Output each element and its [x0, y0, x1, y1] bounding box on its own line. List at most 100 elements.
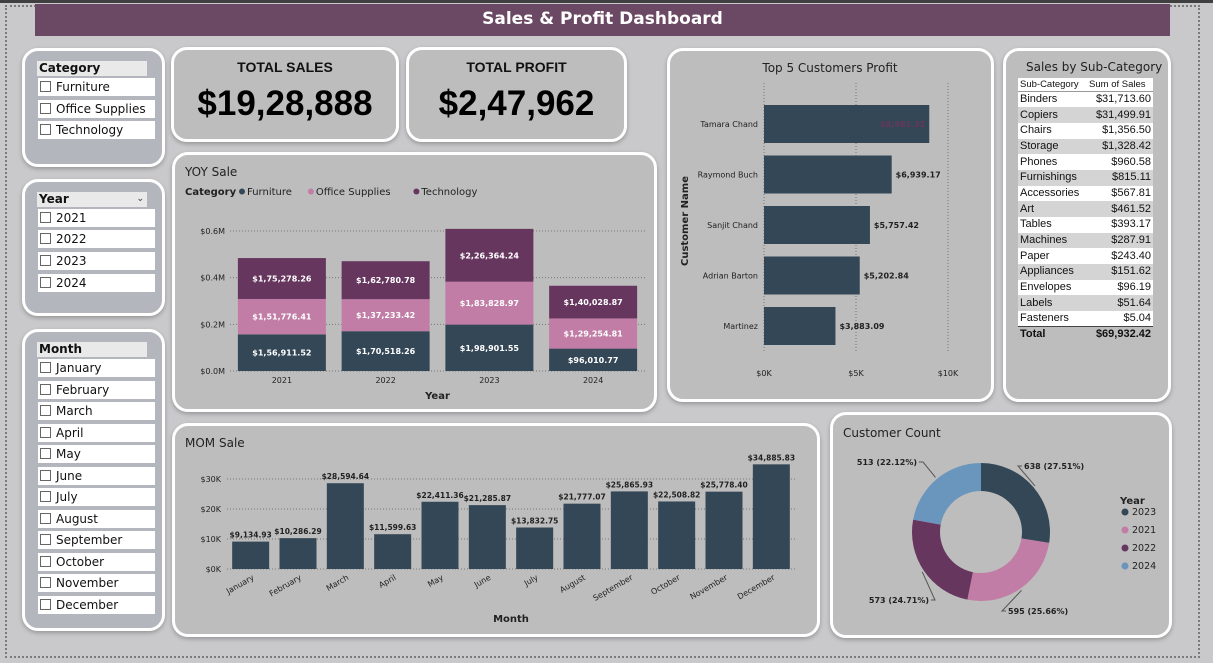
slicer-item-furniture[interactable]: Furniture — [38, 78, 155, 96]
checkbox[interactable] — [40, 103, 51, 114]
table-row[interactable]: Chairs $1,356.50 — [1018, 122, 1153, 139]
data-label: $1,37,233.42 — [356, 311, 415, 320]
slicer-item-july[interactable]: July — [38, 488, 155, 506]
y-tick-label: $30K — [200, 475, 221, 484]
x-tick-label: $10K — [938, 369, 959, 378]
yoy-sale-card[interactable]: YOY Sale Category Furniture Office Supplies… — [172, 152, 657, 412]
bar — [764, 155, 892, 194]
chevron-down-icon[interactable]: ⌄ — [136, 192, 144, 207]
slicer-item-2022[interactable]: 2022 — [38, 230, 155, 248]
checkbox[interactable] — [40, 383, 51, 395]
slicer-item-may[interactable]: May — [38, 445, 155, 463]
slicer-item-october[interactable]: October — [38, 552, 155, 571]
subcategory-table-card[interactable]: Sales by Sub-Category Sub-Category Sum o… — [1003, 48, 1171, 402]
table-row[interactable]: Labels $51.64 — [1018, 295, 1153, 312]
sales-cell: $960.58 — [1087, 154, 1153, 170]
slicer-item-june[interactable]: June — [38, 466, 155, 485]
year-slicer-title[interactable]: Year ⌄ — [37, 192, 147, 207]
checkbox[interactable] — [40, 534, 51, 545]
table-row[interactable]: Copiers $31,499.91 — [1018, 107, 1153, 123]
table-row[interactable]: Paper $243.40 — [1018, 248, 1153, 265]
checkbox[interactable] — [40, 255, 51, 266]
year-slicer-label: Year — [39, 192, 69, 206]
data-label: $96,010.77 — [568, 356, 619, 365]
slicer-item-september[interactable]: September — [38, 531, 155, 549]
x-tick-label: $5K — [848, 369, 864, 378]
slicer-item-label: Furniture — [56, 80, 110, 94]
slicer-item-label: 2024 — [56, 276, 87, 290]
slicer-item-label: October — [56, 554, 105, 569]
checkbox[interactable] — [40, 405, 51, 416]
table-row[interactable]: Envelopes $96.19 — [1018, 279, 1153, 296]
checkbox[interactable] — [40, 469, 51, 481]
checkbox[interactable] — [40, 426, 51, 438]
table-row[interactable]: Fasteners $5.04 — [1018, 311, 1153, 327]
checkbox[interactable] — [40, 577, 51, 588]
bar — [752, 464, 790, 569]
slicer-item-2024[interactable]: 2024 — [38, 274, 155, 292]
checkbox[interactable] — [40, 598, 51, 610]
slicer-item-december[interactable]: December — [38, 595, 155, 614]
slicer-item-label: April — [56, 425, 84, 440]
checkbox[interactable] — [40, 491, 51, 502]
donut-slice — [912, 519, 973, 600]
table-row[interactable]: Storage $1,328.42 — [1018, 138, 1153, 155]
data-label: $10,286.29 — [274, 527, 321, 536]
checkbox[interactable] — [40, 512, 51, 524]
checkbox[interactable] — [40, 555, 51, 567]
table-row[interactable]: Binders $31,713.60 — [1018, 91, 1153, 108]
slicer-item-august[interactable]: August — [38, 509, 155, 528]
slicer-item-february[interactable]: February — [38, 380, 155, 399]
legend-title: Category — [185, 187, 237, 198]
chart-title: MOM Sale — [185, 436, 245, 450]
data-label: $25,778.40 — [700, 481, 747, 490]
table-row[interactable]: Phones $960.58 — [1018, 154, 1153, 170]
data-label: $21,777.07 — [558, 493, 605, 502]
slicer-item-office-supplies[interactable]: Office Supplies — [38, 100, 155, 118]
checkbox[interactable] — [40, 212, 51, 223]
data-label: $21,285.87 — [464, 494, 511, 503]
bar — [279, 538, 317, 569]
data-label: $1,98,901.55 — [460, 344, 520, 353]
slicer-item-technology[interactable]: Technology — [38, 121, 155, 139]
data-label: $1,75,278.26 — [252, 275, 312, 284]
sales-cell: $51.64 — [1087, 295, 1153, 312]
subcategory-cell: Paper — [1018, 248, 1088, 265]
subcategory-cell: Accessories — [1018, 185, 1088, 202]
checkbox[interactable] — [40, 448, 51, 459]
checkbox[interactable] — [40, 124, 51, 135]
checkbox[interactable] — [40, 362, 51, 373]
total-profit-card: TOTAL PROFIT $2,47,962 — [406, 47, 627, 142]
customer-count-card[interactable]: Customer Count 638 (27.51%) 595 (25.66%) 57… — [830, 412, 1172, 638]
slicer-item-label: December — [56, 597, 119, 612]
table-row[interactable]: Appliances $151.62 — [1018, 264, 1153, 280]
total-label: Total — [1018, 326, 1088, 343]
mom-sale-card[interactable]: MOM Sale $0K $10K $20K $30K $9,134.93 January $… — [172, 423, 820, 637]
checkbox[interactable] — [40, 233, 51, 244]
slicer-item-january[interactable]: January — [38, 359, 155, 377]
slicer-item-2023[interactable]: 2023 — [38, 252, 155, 270]
slicer-item-march[interactable]: March — [38, 402, 155, 420]
legend-item: Furniture — [247, 187, 292, 198]
legend-title: Year — [1119, 496, 1145, 507]
slicer-item-2021[interactable]: 2021 — [38, 209, 155, 227]
checkbox[interactable] — [40, 277, 51, 288]
checkbox[interactable] — [40, 81, 51, 92]
bar — [516, 527, 554, 569]
column-header[interactable]: Sum of Sales — [1087, 78, 1153, 92]
top5-customers-chart: Top 5 Customers Profit $0K $5K $10K Customer… — [680, 61, 959, 378]
top5-customers-card[interactable]: Top 5 Customers Profit $0K $5K $10K Customer… — [667, 48, 994, 402]
data-label: $5,757.42 — [874, 221, 919, 230]
table-row[interactable]: Machines $287.91 — [1018, 232, 1153, 249]
category-slicer: Category Furniture Office Supplies Techn… — [22, 48, 165, 167]
table-row[interactable]: Furnishings $815.11 — [1018, 169, 1153, 186]
table-row[interactable]: Art $461.52 — [1018, 201, 1153, 217]
table-row[interactable]: Accessories $567.81 — [1018, 185, 1153, 202]
table-row[interactable]: Tables $393.17 — [1018, 217, 1153, 233]
bar — [326, 483, 364, 569]
slicer-item-label: February — [56, 382, 110, 397]
slicer-item-april[interactable]: April — [38, 423, 155, 442]
data-label: $2,26,364.24 — [460, 251, 520, 260]
slicer-item-november[interactable]: November — [38, 574, 155, 592]
column-header[interactable]: Sub-Category — [1018, 78, 1088, 92]
